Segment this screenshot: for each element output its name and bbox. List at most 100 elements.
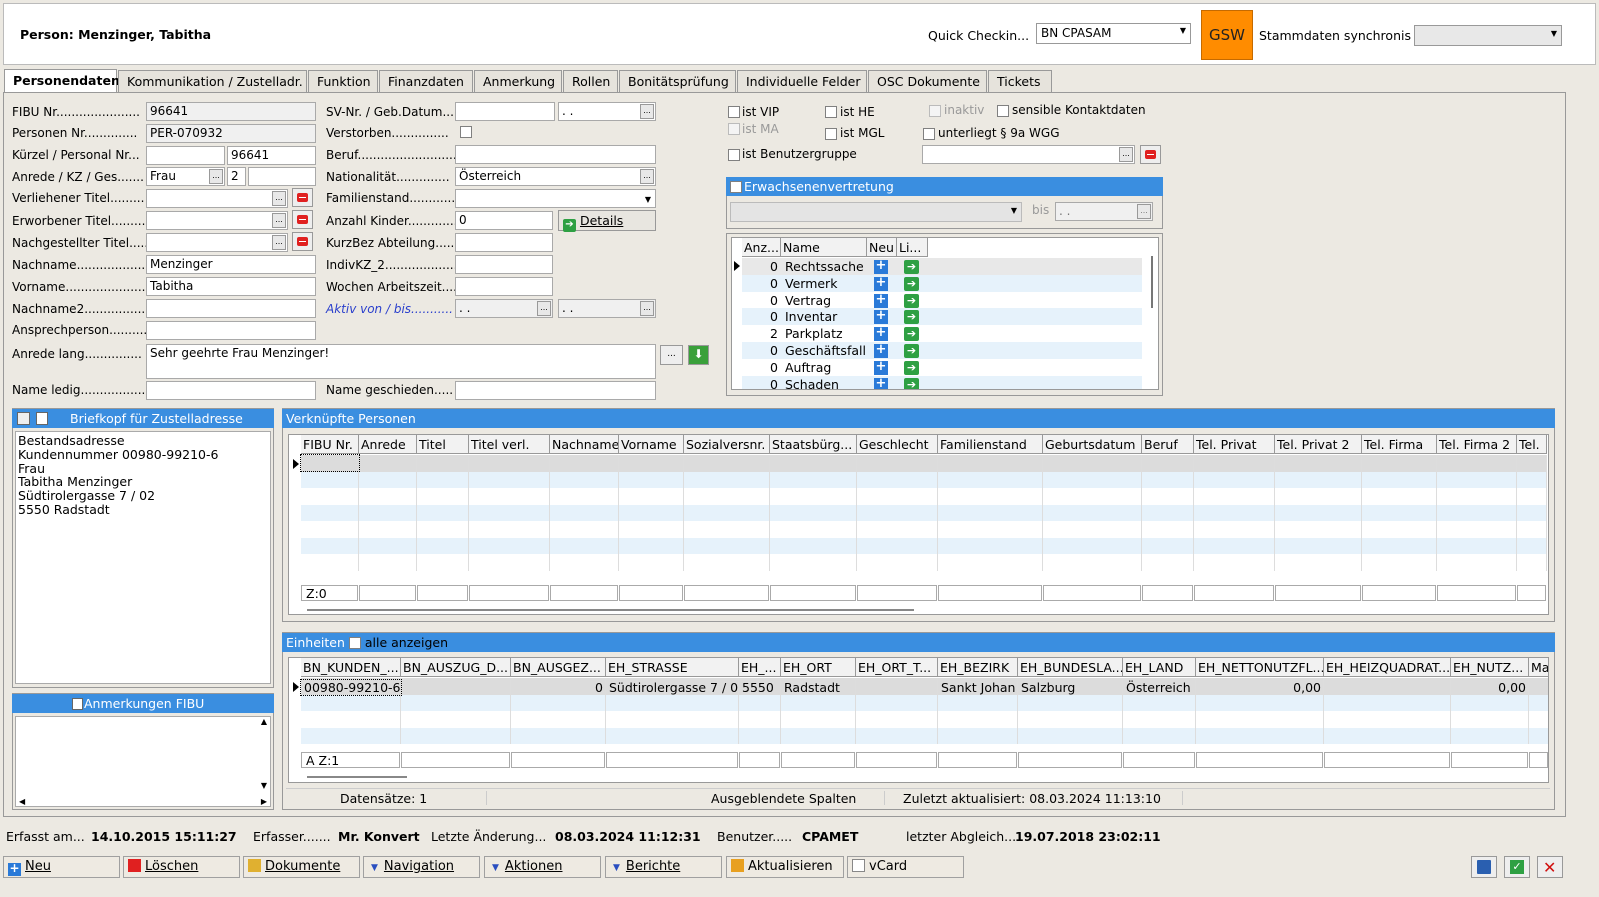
col-header[interactable]: Tel. Privat 2 bbox=[1275, 435, 1362, 454]
selected-cell[interactable] bbox=[300, 454, 360, 472]
ma-checkbox[interactable] bbox=[728, 123, 740, 135]
table-row[interactable] bbox=[301, 711, 1548, 728]
lookup-icon[interactable]: ... bbox=[272, 235, 286, 250]
col-header[interactable]: EH_ORT_T... bbox=[856, 658, 938, 677]
quick-checkin-select[interactable]: BN CPASAM ▼ bbox=[1036, 23, 1191, 44]
briefkopf-text[interactable]: Bestandsadresse Kundennummer 00980-99210… bbox=[15, 431, 271, 684]
col-header[interactable]: Titel verl. bbox=[469, 435, 550, 454]
add-icon[interactable]: + bbox=[874, 360, 888, 375]
col-header[interactable]: BN_KUNDEN_... bbox=[301, 658, 401, 677]
name-gesch-field[interactable] bbox=[455, 381, 656, 400]
inaktiv-checkbox[interactable] bbox=[929, 105, 941, 117]
einheiten-hscrollbar[interactable] bbox=[307, 776, 407, 778]
add-icon[interactable]: + bbox=[874, 259, 888, 274]
wgg-checkbox[interactable] bbox=[923, 128, 935, 140]
erwachsenen-select[interactable]: ▼ bbox=[730, 202, 1022, 222]
bis-field[interactable]: . .... bbox=[1055, 202, 1153, 221]
beruf-field[interactable] bbox=[455, 145, 656, 164]
col-header[interactable]: EH_HEIZQUADRAT... bbox=[1324, 658, 1451, 677]
calendar-icon[interactable]: ... bbox=[640, 301, 654, 316]
arrow-right-icon[interactable]: ➔ bbox=[904, 327, 919, 342]
anrede-lang-lookup-button[interactable]: ... bbox=[660, 345, 683, 365]
indivkz-field[interactable] bbox=[455, 255, 553, 274]
col-header[interactable]: Tel. Firma bbox=[1362, 435, 1437, 454]
anrede-lang-field[interactable]: Sehr geehrte Frau Menzinger! bbox=[146, 344, 656, 379]
scroll-down-icon[interactable]: ▼ bbox=[261, 781, 267, 790]
ges-field[interactable] bbox=[248, 167, 316, 186]
col-header[interactable]: Tel. Firma 2 bbox=[1437, 435, 1517, 454]
anrede-field[interactable]: Frau... bbox=[146, 167, 225, 186]
col-header[interactable]: EH_STRASSE bbox=[606, 658, 739, 677]
download-icon[interactable]: ⬇ bbox=[688, 345, 709, 365]
col-header[interactable]: Anrede bbox=[359, 435, 417, 454]
erw-titel-field[interactable]: ... bbox=[146, 211, 288, 230]
nachname-field[interactable]: Menzinger bbox=[146, 255, 316, 274]
navigation-button[interactable]: ▼ Navigation bbox=[363, 856, 480, 878]
vcard-button[interactable]: vCard bbox=[847, 856, 964, 878]
add-icon[interactable]: + bbox=[874, 326, 888, 342]
scroll-left-icon[interactable]: ◀ bbox=[19, 797, 25, 806]
col-header-anz[interactable]: Anz... bbox=[742, 238, 781, 257]
col-header[interactable]: Geburtsdatum bbox=[1043, 435, 1142, 454]
he-checkbox[interactable] bbox=[825, 106, 837, 118]
tab-bonitaet[interactable]: Bonitätsprüfung bbox=[619, 70, 736, 92]
aktionen-button[interactable]: ▼ Aktionen bbox=[484, 856, 601, 878]
add-icon[interactable]: + bbox=[874, 343, 888, 358]
close-button[interactable]: ✕ bbox=[1537, 856, 1563, 878]
tab-osc-dokumente[interactable]: OSC Dokumente bbox=[868, 70, 987, 92]
personen-field[interactable]: PER-070932 bbox=[146, 124, 316, 143]
dokumente-button[interactable]: Dokumente bbox=[243, 856, 360, 878]
col-header[interactable]: Tel. bbox=[1517, 435, 1547, 454]
kuerzel-field[interactable] bbox=[146, 146, 225, 165]
arrow-right-icon[interactable]: ➔ bbox=[904, 276, 919, 291]
verl-titel-field[interactable]: ... bbox=[146, 189, 288, 208]
remove-benutzergruppe-button[interactable] bbox=[1140, 145, 1161, 164]
verknuepfte-hscrollbar[interactable] bbox=[307, 609, 914, 611]
col-header-name[interactable]: Name bbox=[781, 238, 867, 257]
col-header[interactable]: EH_LAND bbox=[1123, 658, 1196, 677]
table-row[interactable] bbox=[301, 678, 1548, 695]
personal-nr-field[interactable]: 96641 bbox=[227, 146, 316, 165]
aktualisieren-button[interactable]: Aktualisieren bbox=[726, 856, 844, 878]
col-header[interactable]: Vorname bbox=[619, 435, 684, 454]
lookup-icon[interactable]: ... bbox=[209, 169, 223, 184]
calendar-icon[interactable]: ... bbox=[1137, 204, 1151, 219]
col-header-neu[interactable]: Neu bbox=[867, 238, 897, 257]
col-header[interactable]: Geschlecht bbox=[857, 435, 938, 454]
col-header[interactable]: EH_NETTONUTZFL... bbox=[1196, 658, 1324, 677]
remove-erw-titel-button[interactable] bbox=[292, 210, 313, 229]
col-header[interactable]: Beruf bbox=[1142, 435, 1194, 454]
col-header[interactable]: BN_AUSGEZ... bbox=[511, 658, 606, 677]
add-icon[interactable]: + bbox=[874, 309, 888, 325]
tab-funktion[interactable]: Funktion bbox=[308, 70, 378, 92]
details-button[interactable]: ➔ Details bbox=[558, 210, 656, 232]
arrow-right-icon[interactable]: ➔ bbox=[904, 260, 919, 274]
vorname-field[interactable]: Tabitha bbox=[146, 277, 316, 296]
col-header[interactable]: Familienstand bbox=[938, 435, 1043, 454]
add-icon[interactable]: + bbox=[874, 377, 888, 389]
tab-tickets[interactable]: Tickets bbox=[988, 70, 1052, 92]
verstorben-checkbox[interactable] bbox=[460, 126, 472, 138]
nach-titel-field[interactable]: ... bbox=[146, 233, 288, 252]
nachname2-field[interactable] bbox=[146, 299, 316, 318]
kinder-field[interactable]: 0 bbox=[455, 211, 553, 230]
ansprech-field[interactable] bbox=[146, 321, 316, 340]
add-icon[interactable]: + bbox=[874, 276, 888, 291]
table-row[interactable] bbox=[301, 727, 1548, 744]
lookup-icon[interactable]: ... bbox=[272, 191, 286, 206]
tab-anmerkung[interactable]: Anmerkung bbox=[474, 70, 562, 92]
tab-finanzdaten[interactable]: Finanzdaten bbox=[379, 70, 473, 92]
name-ledig-field[interactable] bbox=[146, 381, 316, 400]
calendar-icon[interactable]: ... bbox=[537, 301, 551, 316]
nationalitaet-field[interactable]: Österreich... bbox=[455, 167, 656, 186]
counts-scrollbar[interactable] bbox=[1151, 256, 1153, 308]
lookup-icon[interactable]: ... bbox=[272, 213, 286, 228]
alle-anzeigen-checkbox[interactable] bbox=[348, 637, 361, 649]
berichte-button[interactable]: ▼ Berichte bbox=[605, 856, 722, 878]
mgl-checkbox[interactable] bbox=[825, 128, 837, 140]
refresh-icon[interactable] bbox=[17, 412, 30, 425]
col-header[interactable]: Nachname bbox=[550, 435, 619, 454]
copy-icon[interactable] bbox=[72, 698, 83, 710]
confirm-button[interactable]: ✓ bbox=[1504, 856, 1530, 878]
scroll-right-icon[interactable]: ▶ bbox=[261, 797, 267, 806]
